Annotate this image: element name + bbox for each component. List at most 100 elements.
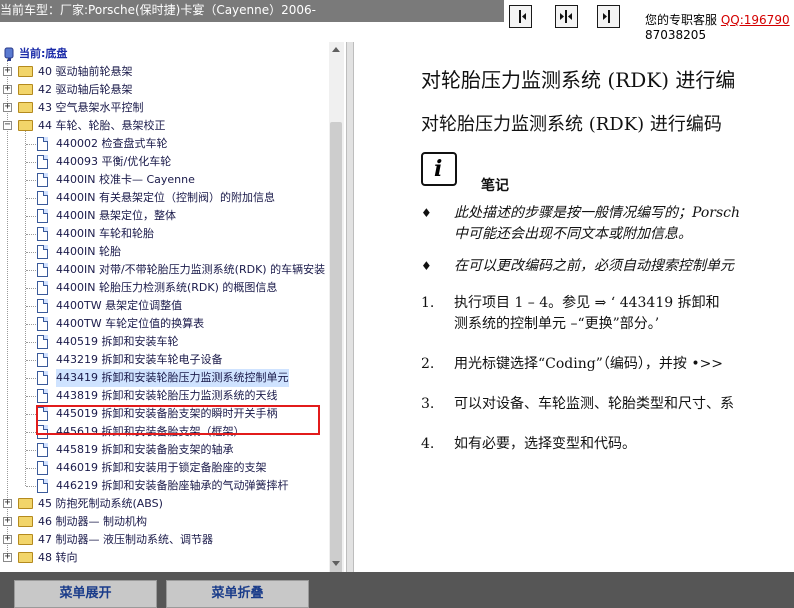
step-text: 测系统的控制单元 –“更换”部分。’ <box>454 316 660 332</box>
navigation-tree: 当前:底盘 +40 驱动轴前轮悬架 +42 驱动轴后轮悬架 +43 空气悬架水平控制… <box>0 42 346 572</box>
note-title: 笔记 <box>481 178 509 194</box>
tree-branch-line <box>26 432 36 433</box>
step-text: 执行项目 1 – 4。参见 ⇒ ‘ 443419 拆卸和 <box>454 295 720 311</box>
tree-branch-line <box>26 306 36 307</box>
tree-item-label: 46 制动器— 制动机构 <box>38 515 147 528</box>
tree-item-label: 4400TW 车轮定位值的换算表 <box>56 317 205 330</box>
document-icon <box>37 281 48 295</box>
step-text: 可以对设备、车轮监测、轮胎类型和尺寸、系 <box>454 396 734 412</box>
folder-icon <box>18 498 33 509</box>
note-bullet-text: 在可以更改编码之前，必须自动搜索控制单元 <box>454 258 734 274</box>
expand-menu-button[interactable]: 菜单展开 <box>14 580 157 608</box>
step-number: 4. <box>421 436 435 452</box>
document-view: 对轮胎压力监测系统 (RDK) 进行编 对轮胎压力监测系统 (RDK) 进行编码… <box>355 42 794 572</box>
document-icon <box>37 461 48 475</box>
tree-item-label: 4400IN 轮胎压力检测系统(RDK) 的概图信息 <box>56 281 278 294</box>
step-text: 用光标键选择“Coding”（编码），并按 •>> <box>454 356 724 372</box>
tree-branch-line <box>26 144 36 145</box>
document-icon <box>37 209 48 223</box>
tree-branch-line <box>26 342 36 343</box>
tree-branch-line <box>26 450 36 451</box>
selected-item-label: 443419 拆卸和安装轮胎压力监测系统控制单元 <box>56 369 289 387</box>
document-icon <box>37 353 48 367</box>
tree-item-label: 443219 拆卸和安装车轮电子设备 <box>56 353 223 366</box>
expand-icon[interactable]: + <box>3 516 12 526</box>
expand-icon[interactable]: + <box>3 102 12 112</box>
tree-item-label: 42 驱动轴后轮悬架 <box>38 83 133 96</box>
tree-branch-line <box>26 216 36 217</box>
section-title: 对轮胎压力监测系统 (RDK) 进行编码 <box>421 114 722 135</box>
tree-item-label: 4400IN 对带/不带轮胎压力监测系统(RDK) 的车辆安装 <box>56 263 326 276</box>
folder-icon <box>18 66 33 77</box>
bullet-icon: ♦ <box>421 259 432 273</box>
tree-branch-line <box>26 252 36 253</box>
expand-icon[interactable]: + <box>3 498 12 508</box>
expand-icon[interactable]: + <box>3 66 12 76</box>
tree-item-label: 4400IN 轮胎 <box>56 245 121 258</box>
tree-branch-line <box>26 234 36 235</box>
document-icon <box>37 389 48 403</box>
expand-icon[interactable]: + <box>3 534 12 544</box>
document-icon <box>37 137 48 151</box>
tree-item-label: 43 空气悬架水平控制 <box>38 101 144 114</box>
vehicle-title: 当前车型：厂家:Porsche(保时捷)卡宴（Cayenne）2006- <box>0 0 504 22</box>
folder-icon <box>18 84 33 95</box>
tree-item-label: 446019 拆卸和安装用于锁定备胎座的支架 <box>56 461 267 474</box>
header-bar: 当前车型：厂家:Porsche(保时捷)卡宴（Cayenne）2006- 您的专… <box>0 0 794 42</box>
document-icon <box>37 191 48 205</box>
tree-item-label: 446219 拆卸和安装备胎座轴承的气动弹簧摔杆 <box>56 479 289 492</box>
scrollbar-thumb[interactable] <box>330 122 342 580</box>
folder-icon <box>18 120 33 131</box>
scroll-up-icon[interactable] <box>332 47 340 52</box>
tree-branch-line <box>26 270 36 271</box>
first-page-button[interactable] <box>509 5 532 28</box>
root-node-icon <box>4 47 14 61</box>
tree-branch-line <box>26 288 36 289</box>
collapse-menu-button[interactable]: 菜单折叠 <box>166 580 309 608</box>
document-icon <box>37 479 48 493</box>
tree-branch-line <box>26 180 36 181</box>
scroll-down-icon[interactable] <box>332 561 340 566</box>
expand-icon[interactable]: + <box>3 84 12 94</box>
note-bullet-text: 此处描述的步骤是按一般情况编写的；Porsch <box>454 205 741 221</box>
tree-item-label: 4400IN 校准卡— Cayenne <box>56 173 195 186</box>
document-icon <box>37 335 48 349</box>
folder-icon <box>18 516 33 527</box>
folder-icon <box>18 102 33 113</box>
step-number: 1. <box>421 295 435 311</box>
folder-icon <box>18 552 33 563</box>
tree-root-label: 当前:底盘 <box>19 47 68 60</box>
document-icon <box>37 155 48 169</box>
tree-branch-line <box>26 378 36 379</box>
panel-splitter[interactable] <box>346 42 354 572</box>
tree-item-label: 4400TW 悬架定位调整值 <box>56 299 183 312</box>
footer-bar: 菜单展开 菜单折叠 <box>0 572 794 608</box>
tree-item-label: 44 车轮、轮胎、悬架校正 <box>38 119 166 132</box>
tree-scrollbar[interactable] <box>329 42 344 580</box>
tree-branch-line <box>26 198 36 199</box>
tree-branch-line <box>26 396 36 397</box>
tree-branch-line <box>26 360 36 361</box>
tree-item-label: 445819 拆卸和安装备胎支架的轴承 <box>56 443 234 456</box>
step-number: 2. <box>421 356 435 372</box>
document-icon <box>37 443 48 457</box>
fit-page-button[interactable] <box>555 5 578 28</box>
tree-guide-line <box>7 58 8 558</box>
step-text: 如有必要，选择变型和代码。 <box>454 436 636 452</box>
tree-item-label: 440093 平衡/优化车轮 <box>56 155 172 168</box>
tree-item-label: 4400IN 车轮和轮胎 <box>56 227 154 240</box>
tree-branch-line <box>26 486 36 487</box>
tree-branch-line <box>26 162 36 163</box>
customer-service: 您的专职客服 QQ:196790 <box>645 11 790 28</box>
collapse-icon[interactable]: − <box>3 120 12 130</box>
expand-icon[interactable]: + <box>3 552 12 562</box>
tree-item-label: 443819 拆卸和安装轮胎压力监测系统的天线 <box>56 389 278 402</box>
last-page-icon <box>603 10 610 23</box>
service-phone: 87038205 <box>645 28 707 42</box>
last-page-button[interactable] <box>597 5 620 28</box>
step-number: 3. <box>421 396 435 412</box>
note-info-icon: i <box>421 152 457 186</box>
tree-item-label: 4400IN 有关悬架定位（控制阀）的附加信息 <box>56 191 275 204</box>
note-bullet-text: 中可能还会出现不同文本或附加信息。 <box>454 226 692 242</box>
service-qq-link[interactable]: QQ:196790 <box>721 13 790 27</box>
